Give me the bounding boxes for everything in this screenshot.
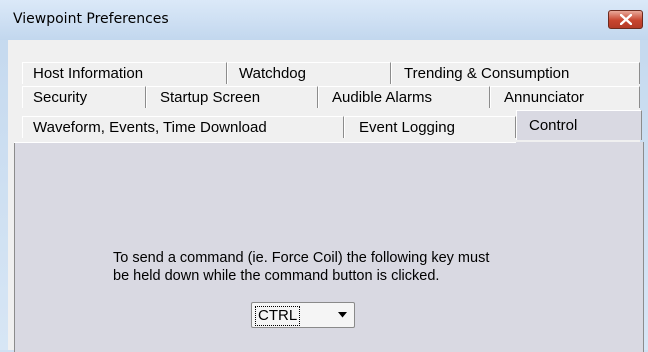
tab-waveform-events-time-download[interactable]: Waveform, Events, Time Download	[22, 116, 344, 138]
tab-label: Event Logging	[359, 119, 455, 136]
close-x-icon	[620, 14, 632, 25]
tab-event-logging[interactable]: Event Logging	[344, 116, 516, 138]
tab-annunciator[interactable]: Annunciator	[490, 86, 640, 108]
close-button[interactable]	[608, 10, 643, 29]
tab-host-information[interactable]: Host Information	[22, 62, 227, 84]
dropdown-arrow-icon	[338, 312, 347, 318]
tab-label: Annunciator	[504, 89, 585, 106]
tab-audible-alarms[interactable]: Audible Alarms	[318, 86, 490, 108]
command-key-value: CTRL	[255, 306, 301, 326]
instructions-line-2: be held down while the command button is…	[113, 268, 440, 284]
tab-watchdog[interactable]: Watchdog	[227, 62, 391, 84]
tab-trending-consumption[interactable]: Trending & Consumption	[391, 62, 640, 84]
tab-control[interactable]: Control	[516, 110, 642, 140]
tab-startup-screen[interactable]: Startup Screen	[146, 86, 318, 108]
command-key-select[interactable]: CTRL	[251, 302, 355, 328]
tab-label: Control	[529, 117, 578, 134]
title-bar[interactable]: Viewpoint Preferences	[0, 0, 648, 40]
preferences-window: Viewpoint Preferences Host Information W…	[0, 0, 648, 352]
instructions-line-1: To send a command (ie. Force Coil) the f…	[113, 250, 490, 266]
tab-security[interactable]: Security	[22, 86, 146, 108]
tab-label: Host Information	[33, 65, 144, 82]
tab-label: Waveform, Events, Time Download	[33, 119, 267, 136]
panel-top-edge	[14, 142, 516, 143]
window-title: Viewpoint Preferences	[13, 11, 169, 27]
tab-label: Security	[33, 89, 88, 106]
tab-label: Trending & Consumption	[404, 65, 570, 82]
tab-label: Watchdog	[239, 65, 306, 82]
control-instructions: To send a command (ie. Force Coil) the f…	[113, 249, 489, 285]
tab-label: Audible Alarms	[332, 89, 433, 106]
tab-label: Startup Screen	[160, 89, 261, 106]
